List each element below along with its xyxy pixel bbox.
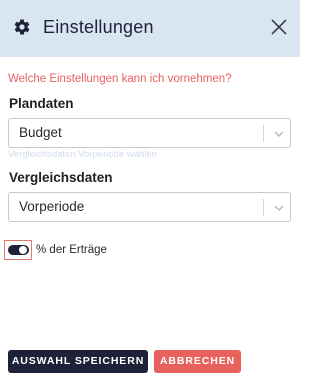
plandaten-label: Plandaten xyxy=(9,96,74,111)
vergleichsdaten-selected-value: Vorperiode xyxy=(19,199,85,214)
plandaten-selected-value: Budget xyxy=(19,125,62,140)
gear-icon xyxy=(14,19,30,35)
select-divider xyxy=(263,125,264,142)
toggle-track xyxy=(8,245,29,255)
chevron-down-icon xyxy=(274,205,284,211)
ertraege-toggle-label: % der Erträge xyxy=(36,244,107,256)
ertraege-toggle[interactable] xyxy=(4,240,32,260)
plandaten-select[interactable]: Budget xyxy=(8,118,291,148)
chevron-down-icon xyxy=(274,131,284,137)
cancel-button[interactable]: ABBRECHEN xyxy=(154,350,241,373)
select-divider xyxy=(263,199,264,216)
save-button[interactable]: AUSWAHL SPEICHERN xyxy=(8,350,148,373)
help-link[interactable]: Welche Einstellungen kann ich vornehmen? xyxy=(8,72,232,86)
close-icon[interactable] xyxy=(270,18,288,36)
vergleichsdaten-label: Vergleichsdaten xyxy=(9,170,113,185)
dialog-header: Einstellungen xyxy=(0,0,300,57)
toggle-knob xyxy=(19,246,27,254)
vergleichsdaten-select[interactable]: Vorperiode xyxy=(8,192,291,222)
dialog-title: Einstellungen xyxy=(43,17,154,37)
ghost-text: Vergleichsdaten Vorperiode wählen xyxy=(8,149,157,160)
